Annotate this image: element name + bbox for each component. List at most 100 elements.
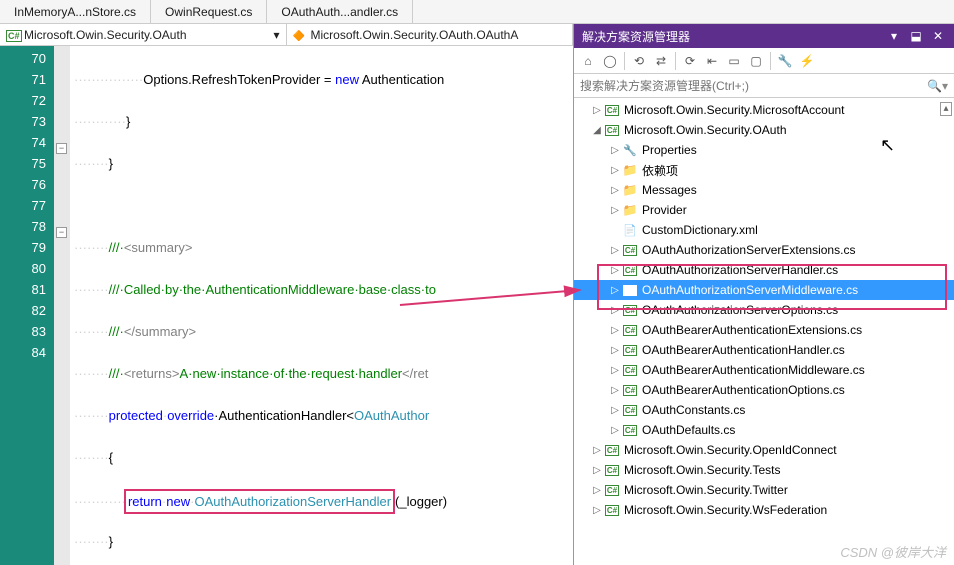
expand-icon[interactable]: ▷: [610, 185, 620, 195]
expand-icon[interactable]: ▷: [610, 345, 620, 355]
refresh-icon[interactable]: ⟳: [680, 51, 700, 71]
file-icon: C#: [622, 422, 638, 438]
tree-node[interactable]: ▷Provider: [574, 200, 954, 220]
fold-margin: − −: [54, 46, 70, 565]
watermark: CSDN @彼岸大洋: [840, 542, 946, 561]
expand-icon[interactable]: ▷: [610, 165, 620, 175]
tree-node-label: OAuthBearerAuthenticationHandler.cs: [642, 343, 845, 357]
file-icon: [622, 222, 638, 238]
scroll-up-icon[interactable]: ▴: [940, 102, 952, 116]
tree-node[interactable]: ▷C#OAuthBearerAuthenticationExtensions.c…: [574, 320, 954, 340]
preview-icon[interactable]: ▢: [746, 51, 766, 71]
tree-node[interactable]: ▷C#OAuthAuthorizationServerHandler.cs: [574, 260, 954, 280]
tree-node[interactable]: ▷C#OAuthConstants.cs: [574, 400, 954, 420]
file-icon: C#: [604, 442, 620, 458]
close-icon[interactable]: ✕: [930, 28, 946, 44]
file-icon: [622, 142, 638, 158]
dropdown-icon[interactable]: ▾: [886, 28, 902, 44]
file-icon: C#: [622, 242, 638, 258]
search-icon[interactable]: 🔍▾: [927, 79, 948, 93]
file-icon: C#: [622, 322, 638, 338]
expand-icon[interactable]: ▷: [610, 405, 620, 415]
pending-icon[interactable]: ⟲: [629, 51, 649, 71]
expand-icon[interactable]: ▷: [592, 485, 602, 495]
home-icon[interactable]: ⌂: [578, 51, 598, 71]
collapse-icon[interactable]: ⇤: [702, 51, 722, 71]
tree-node[interactable]: ▷C#OAuthAuthorizationServerMiddleware.cs: [574, 280, 954, 300]
wrench-icon[interactable]: ⚡: [797, 51, 817, 71]
fold-toggle[interactable]: −: [56, 143, 67, 154]
back-icon[interactable]: ◯: [600, 51, 620, 71]
nav-namespace[interactable]: Microsoft.Owin.Security.OAuth ▾: [0, 24, 287, 45]
tree-node[interactable]: CustomDictionary.xml: [574, 220, 954, 240]
tree-node[interactable]: ▷C#Microsoft.Owin.Security.MicrosoftAcco…: [574, 100, 954, 120]
tree-node-label: OAuthAuthorizationServerMiddleware.cs: [642, 283, 858, 297]
tree-node[interactable]: ◢C# Microsoft.Owin.Security.OAuth: [574, 120, 954, 140]
expand-icon[interactable]: ▷: [592, 505, 602, 515]
tree-node[interactable]: ▷C#OAuthDefaults.cs: [574, 420, 954, 440]
file-icon: C#: [604, 462, 620, 478]
file-icon: C#: [622, 302, 638, 318]
expand-icon[interactable]: ▷: [610, 365, 620, 375]
properties-icon[interactable]: 🔧: [775, 51, 795, 71]
expand-icon[interactable]: ▷: [610, 325, 620, 335]
tree-node[interactable]: ▷C# Microsoft.Owin.Security.Twitter: [574, 480, 954, 500]
tree-node[interactable]: ▷C# OAuthBearerAuthenticationMiddleware.c…: [574, 360, 954, 380]
file-icon: [622, 182, 638, 198]
expand-icon[interactable]: ▷: [610, 145, 620, 155]
code-text[interactable]: ················Options.RefreshTokenProv…: [70, 46, 573, 565]
tree-node[interactable]: ▷ 依赖项: [574, 160, 954, 180]
pin-icon[interactable]: ⬓: [908, 28, 924, 44]
fold-toggle[interactable]: −: [56, 227, 67, 238]
code-editor: Microsoft.Owin.Security.OAuth ▾ Microsof…: [0, 24, 574, 565]
expand-icon[interactable]: ▷: [610, 385, 620, 395]
expand-icon[interactable]: ◢: [592, 125, 602, 135]
expand-icon[interactable]: ▷: [610, 285, 620, 295]
expand-icon[interactable]: [610, 225, 620, 235]
file-icon: C#: [622, 262, 638, 278]
tree-node-label: Microsoft.Owin.Security.Twitter: [624, 483, 788, 497]
file-icon: C#: [622, 402, 638, 418]
tree-node-label: OAuthAuthorizationServerOptions.cs: [642, 303, 838, 317]
search-box[interactable]: 🔍▾: [574, 74, 954, 98]
expand-icon[interactable]: ▷: [610, 305, 620, 315]
file-icon: C#: [604, 122, 620, 138]
sync-icon[interactable]: ⇄: [651, 51, 671, 71]
panel-titlebar[interactable]: 解决方案资源管理器 ▾ ⬓ ✕: [574, 24, 954, 48]
expand-icon[interactable]: ▷: [610, 425, 620, 435]
tree-node-label: Microsoft.Owin.Security.OAuth: [624, 123, 787, 137]
tree-node[interactable]: ▷C# OAuthBearerAuthenticationHandler.cs: [574, 340, 954, 360]
expand-icon[interactable]: ▷: [610, 205, 620, 215]
tree-node-label: Microsoft.Owin.Security.Tests: [624, 463, 780, 477]
tree-node[interactable]: ▷ Messages: [574, 180, 954, 200]
file-icon: C#: [622, 342, 638, 358]
highlighted-return: return·new·OAuthAuthorizationServerHandl…: [124, 489, 395, 514]
file-tab[interactable]: OwinRequest.cs: [151, 0, 267, 23]
tree-node[interactable]: ▷C#OAuthAuthorizationServerExtensions.cs: [574, 240, 954, 260]
expand-icon[interactable]: ▷: [592, 105, 602, 115]
tree-node-label: Microsoft.Owin.Security.WsFederation: [624, 503, 827, 517]
tree-node-label: 依赖项: [642, 162, 678, 179]
search-input[interactable]: [580, 79, 927, 93]
file-tab[interactable]: InMemoryA...nStore.cs: [0, 0, 151, 23]
expand-icon[interactable]: ▷: [592, 465, 602, 475]
tree-node[interactable]: ▷C#Microsoft.Owin.Security.WsFederation: [574, 500, 954, 520]
nav-member[interactable]: Microsoft.Owin.Security.OAuth.OAuthA: [287, 24, 574, 45]
tree-node[interactable]: ▷C#OAuthBearerAuthenticationOptions.cs: [574, 380, 954, 400]
tree-node[interactable]: ▷C# OAuthAuthorizationServerOptions.cs: [574, 300, 954, 320]
tree-node[interactable]: ▷C#Microsoft.Owin.Security.OpenIdConnect: [574, 440, 954, 460]
tree-node[interactable]: ▷C# Microsoft.Owin.Security.Tests: [574, 460, 954, 480]
file-icon: C#: [622, 362, 638, 378]
expand-icon[interactable]: ▷: [610, 245, 620, 255]
tree-node-label: Messages: [642, 183, 697, 197]
file-tab[interactable]: OAuthAuth...andler.cs: [267, 0, 413, 23]
solution-tree[interactable]: ▴ ▷C#Microsoft.Owin.Security.MicrosoftAc…: [574, 98, 954, 565]
file-icon: C#: [604, 482, 620, 498]
line-gutter: 707172737475767778798081828384: [0, 46, 54, 565]
expand-icon[interactable]: ▷: [610, 265, 620, 275]
showall-icon[interactable]: ▭: [724, 51, 744, 71]
tree-node[interactable]: ▷Properties: [574, 140, 954, 160]
tree-node-label: OAuthBearerAuthenticationMiddleware.cs: [642, 363, 865, 377]
tab-bar: InMemoryA...nStore.cs OwinRequest.cs OAu…: [0, 0, 954, 24]
expand-icon[interactable]: ▷: [592, 445, 602, 455]
